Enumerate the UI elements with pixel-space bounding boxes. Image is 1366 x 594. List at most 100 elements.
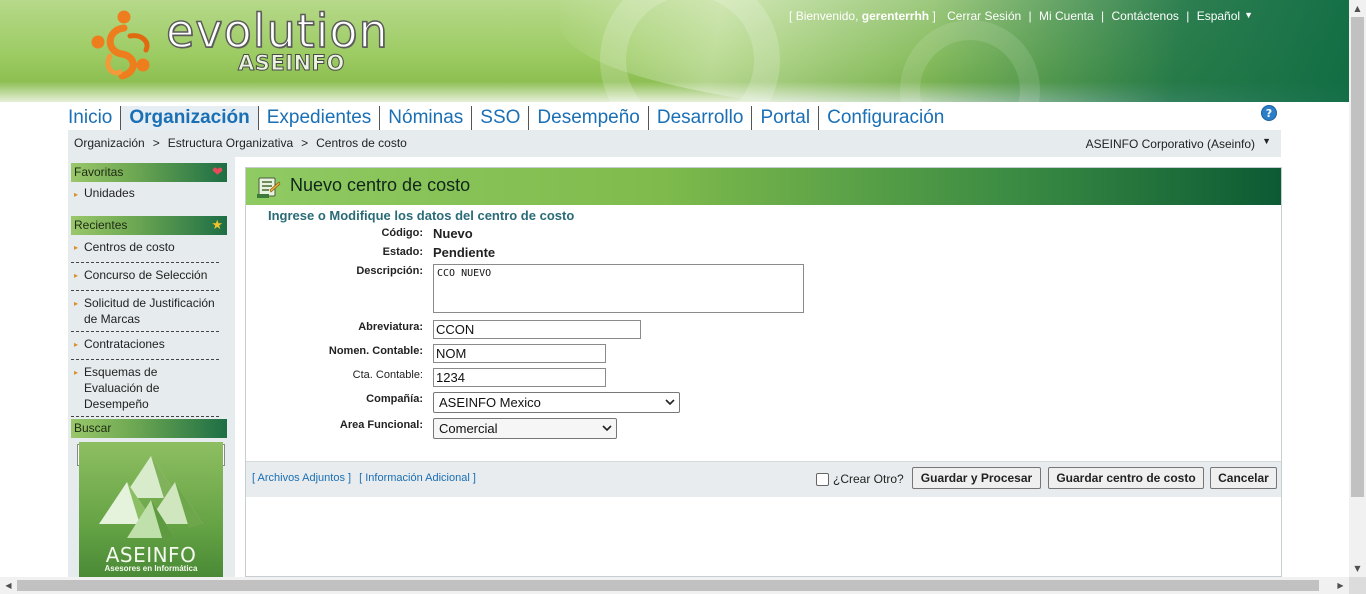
breadcrumb-item[interactable]: Estructura Organizativa (168, 136, 293, 150)
area-funcional-label: Area Funcional: (339, 419, 423, 431)
favorites-title: Favoritas (74, 165, 124, 179)
favorite-item-unidades[interactable]: ▸ Unidades (71, 182, 219, 205)
company-selector[interactable]: ASEINFO Corporativo (Aseinfo) (1086, 137, 1255, 151)
breadcrumb-item-current: Centros de costo (316, 136, 407, 150)
breadcrumb: Organización > Estructura Organizativa > Cen… (74, 136, 407, 150)
compania-selected-value: ASEINFO Mexico (439, 395, 541, 410)
scroll-down-icon[interactable]: ▼ (1349, 560, 1366, 577)
contact-link[interactable]: Contáctenos (1112, 9, 1179, 23)
breadcrumb-bar: Organización > Estructura Organizativa > Cen… (68, 130, 1281, 157)
horizontal-scroll-thumb[interactable] (17, 580, 1319, 591)
scroll-right-icon[interactable]: ▶ (1332, 577, 1349, 594)
breadcrumb-item[interactable]: Organización (74, 136, 145, 150)
codigo-value: Nuevo (433, 226, 473, 241)
recent-item[interactable]: ▸ Centros de costo (71, 235, 219, 263)
vertical-scroll-thumb[interactable] (1351, 17, 1364, 497)
cancel-button[interactable]: Cancelar (1210, 467, 1277, 489)
scrollbar-corner (1349, 577, 1366, 594)
nav-item-configuracion[interactable]: Configuración (819, 106, 952, 130)
list-item-label: Centros de costo (84, 240, 175, 254)
list-item-label: Concurso de Selección (84, 268, 208, 282)
caret-down-icon: ▼ (1244, 10, 1253, 20)
search-title: Buscar (74, 421, 112, 435)
header-banner: evolution ASEINFO [ Bienvenido, gerenter… (0, 0, 1349, 102)
my-account-link[interactable]: Mi Cuenta (1039, 9, 1094, 23)
bullet-arrow-icon: ▸ (74, 368, 79, 377)
welcome-open: [ Bienvenido, (789, 9, 862, 23)
recent-title: Recientes (74, 218, 128, 232)
chevron-down-icon (602, 425, 612, 432)
nav-item-expedientes[interactable]: Expedientes (259, 106, 381, 130)
logo-wordmark: evolution (165, 4, 389, 58)
scroll-left-icon[interactable]: ◀ (0, 577, 17, 594)
list-item-label: Esquemas de Evaluación de Desempeño (84, 365, 160, 411)
chevron-down-icon (665, 399, 675, 406)
panel-title: Nuevo centro de costo (290, 175, 471, 195)
form-panel: Nuevo centro de costo Ingrese o Modifiqu… (245, 167, 1282, 577)
cta-contable-input[interactable] (433, 368, 606, 387)
create-another-label: ¿Crear Otro? (833, 472, 904, 486)
favorites-header: Favoritas ❤ (71, 163, 227, 182)
nav-item-nominas[interactable]: Nóminas (380, 106, 473, 130)
create-another-toggle[interactable]: ¿Crear Otro? (816, 472, 904, 486)
separator: | (1186, 9, 1190, 23)
additional-info-link[interactable]: [ Información Adicional ] (359, 472, 476, 484)
abreviatura-label: Abreviatura: (358, 321, 423, 333)
pyramid-logo-icon (99, 456, 203, 541)
save-cost-center-button[interactable]: Guardar centro de costo (1048, 467, 1204, 489)
heart-icon: ❤ (212, 164, 223, 179)
sidebar: Favoritas ❤ ▸ Unidades Recientes ★ ▸ Centr… (68, 157, 235, 577)
nomen-contable-input[interactable] (433, 344, 606, 363)
estado-label: Estado: (382, 246, 423, 258)
descripcion-textarea[interactable]: CCO NUEVO (433, 264, 804, 313)
recent-item[interactable]: ▸ Esquemas de Evaluación de Desempeño (71, 360, 219, 417)
attachments-link[interactable]: [ Archivos Adjuntos ] (252, 472, 351, 484)
list-item-label: Contrataciones (84, 337, 165, 351)
aseinfo-logo-subtitle: Asesores en Informática (104, 564, 198, 573)
aseinfo-logo: ASEINFO Asesores en Informática (79, 442, 223, 577)
panel-header: Nuevo centro de costo (246, 168, 1281, 205)
cost-center-icon (257, 177, 281, 198)
breadcrumb-separator: > (152, 136, 160, 150)
help-icon[interactable]: ? (1261, 105, 1277, 121)
descripcion-label: Descripción: (356, 265, 423, 277)
logout-link[interactable]: Cerrar Sesión (947, 9, 1021, 23)
nav-item-desarrollo[interactable]: Desarrollo (649, 106, 753, 130)
vertical-scrollbar[interactable]: ▲ ▼ (1349, 0, 1366, 577)
bullet-arrow-icon: ▸ (74, 243, 79, 252)
bullet-arrow-icon: ▸ (74, 271, 79, 280)
nav-item-organizacion[interactable]: Organización (121, 106, 259, 130)
scroll-up-icon[interactable]: ▲ (1349, 0, 1366, 17)
caret-down-icon[interactable]: ▼ (1262, 136, 1271, 146)
username: gerenterrhh (861, 9, 930, 23)
nav-item-inicio[interactable]: Inicio (60, 106, 122, 130)
recent-item[interactable]: ▸ Concurso de Selección (71, 263, 219, 291)
cta-contable-label: Cta. Contable: (352, 369, 423, 381)
recent-item[interactable]: ▸ Solicitud de Justificación de Marcas (71, 291, 219, 332)
horizontal-scrollbar[interactable]: ◀ ▶ (0, 577, 1349, 594)
create-another-checkbox[interactable] (816, 472, 829, 486)
page: evolution ASEINFO [ Bienvenido, gerenter… (0, 0, 1349, 577)
nav-item-portal[interactable]: Portal (752, 106, 820, 130)
save-and-process-button[interactable]: Guardar y Procesar (912, 467, 1041, 489)
footer-links: [ Archivos Adjuntos ] [ Información Adic… (252, 472, 481, 484)
language-selector[interactable]: Español ▼ (1197, 9, 1253, 23)
nav-item-desempeno[interactable]: Desempeño (529, 106, 649, 130)
search-header: Buscar (71, 419, 227, 438)
form-footer: [ Archivos Adjuntos ] [ Información Adic… (246, 461, 1281, 497)
logo-subtitle: ASEINFO (238, 51, 345, 76)
favorites-list: ▸ Unidades (71, 182, 219, 205)
evolution-logo-icon[interactable] (86, 6, 162, 82)
user-bar: [ Bienvenido, gerenterrhh ] Cerrar Sesió… (789, 9, 1253, 23)
breadcrumb-separator: > (301, 136, 309, 150)
separator: | (1101, 9, 1105, 23)
area-funcional-select[interactable]: Comercial (433, 418, 617, 439)
main-nav: Inicio Organización Expedientes Nóminas … (60, 104, 952, 130)
welcome-close: ] (929, 9, 936, 23)
compania-select[interactable]: ASEINFO Mexico (433, 392, 680, 413)
form-subtitle: Ingrese o Modifique los datos del centro… (268, 208, 575, 223)
recent-item[interactable]: ▸ Contrataciones (71, 332, 219, 360)
nav-item-sso[interactable]: SSO (472, 106, 530, 130)
list-item-label: Unidades (84, 186, 135, 200)
abreviatura-input[interactable] (433, 320, 641, 339)
